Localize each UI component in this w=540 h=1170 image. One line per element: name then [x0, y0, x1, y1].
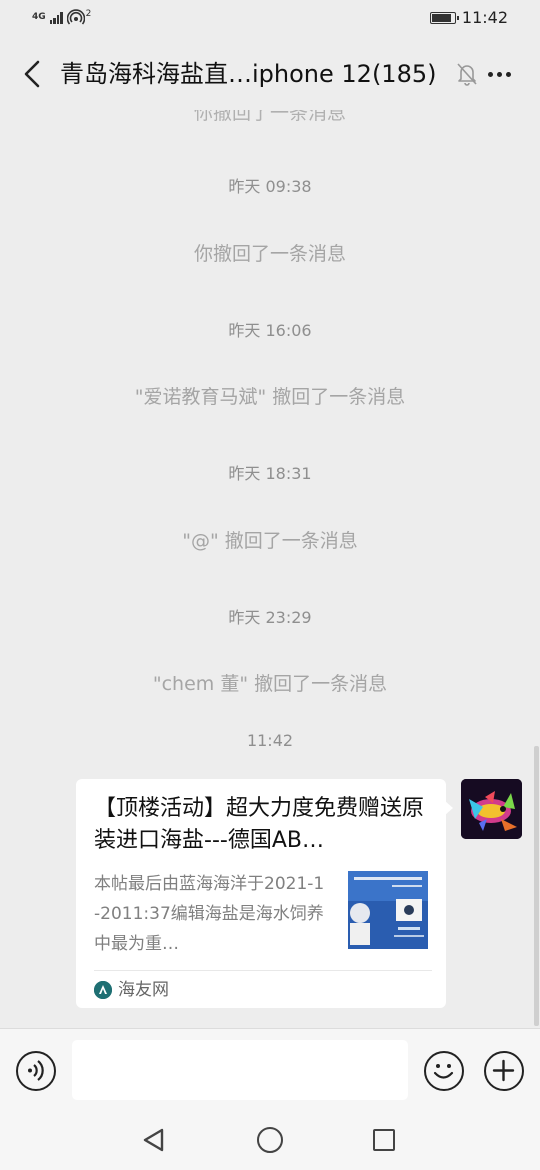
link-card-title: 【顶楼活动】超大力度免费赠送原装进口海盐---德国AB… — [94, 796, 425, 853]
recall-notice: "爱诺教育马斌" 撤回了一条消息 — [134, 386, 406, 408]
nav-back-button[interactable] — [140, 1126, 168, 1154]
status-right: 11:42 — [429, 8, 508, 27]
link-card-thumbnail — [348, 871, 428, 949]
timestamp: 昨天 23:29 — [228, 608, 312, 627]
hotspot-count: 2 — [85, 9, 92, 19]
battery-level — [431, 13, 451, 22]
back-button[interactable] — [12, 52, 52, 96]
recall-notice: 你撤回了一条消息 — [193, 110, 346, 124]
status-left: 4G 2 — [32, 9, 91, 25]
chat-title: 青岛海科海盐直…iphone 12(185) — [60, 60, 437, 88]
network-type: 4G — [32, 11, 46, 22]
more-dot — [496, 71, 502, 77]
bell-off-icon — [456, 62, 478, 86]
link-card-message[interactable]: 【顶楼活动】超大力度免费赠送原装进口海盐---德国AB… 本帖最后由蓝海海洋于2… — [76, 779, 453, 1008]
plus-button[interactable] — [484, 1051, 524, 1091]
system-nav-bar — [0, 1110, 540, 1170]
link-card-description: 本帖最后由蓝海海洋于2021-1-2011:37编辑海盐是海水饲养中最为重… — [94, 874, 325, 954]
signal-icon — [49, 11, 63, 24]
recall-notice: "chem 董" 撤回了一条消息 — [152, 673, 388, 695]
nav-home-button[interactable] — [257, 1127, 283, 1153]
more-dot — [487, 71, 493, 77]
battery-icon — [429, 11, 459, 24]
plus-icon — [492, 1059, 515, 1082]
timestamp: 昨天 18:31 — [228, 464, 312, 483]
timestamp: 昨天 09:38 — [228, 177, 312, 196]
more-dot — [505, 71, 511, 77]
source-logo-icon — [94, 981, 112, 999]
smiley-icon — [433, 1064, 454, 1079]
input-bar — [0, 1028, 540, 1110]
timestamp: 11:42 — [246, 731, 294, 750]
nav-recent-apps-button[interactable] — [373, 1129, 395, 1151]
link-card-divider — [94, 970, 432, 971]
link-card-source: 海友网 — [118, 980, 169, 1000]
message-input[interactable] — [72, 1040, 408, 1100]
voice-button[interactable] — [16, 1051, 56, 1091]
recall-notice: "@" 撤回了一条消息 — [182, 530, 358, 552]
scrollbar[interactable] — [534, 746, 539, 1026]
status-bar: 4G 2 11:42 — [0, 0, 540, 38]
triangle-back-icon — [143, 1128, 164, 1152]
emoji-button[interactable] — [424, 1051, 464, 1091]
timestamp: 昨天 16:06 — [228, 321, 312, 340]
recall-notice: 你撤回了一条消息 — [193, 243, 346, 265]
chat-header: 青岛海科海盐直…iphone 12(185) — [0, 38, 540, 110]
chat-message-list[interactable]: 你撤回了一条消息 昨天 09:38 你撤回了一条消息 昨天 16:06 "爱诺教… — [0, 110, 540, 1028]
clock: 11:42 — [461, 8, 508, 27]
avatar[interactable] — [461, 779, 522, 839]
chevron-left-icon — [24, 60, 40, 88]
more-button[interactable] — [482, 62, 516, 86]
hotspot-icon: 2 — [66, 9, 92, 25]
voice-icon — [28, 1060, 44, 1081]
